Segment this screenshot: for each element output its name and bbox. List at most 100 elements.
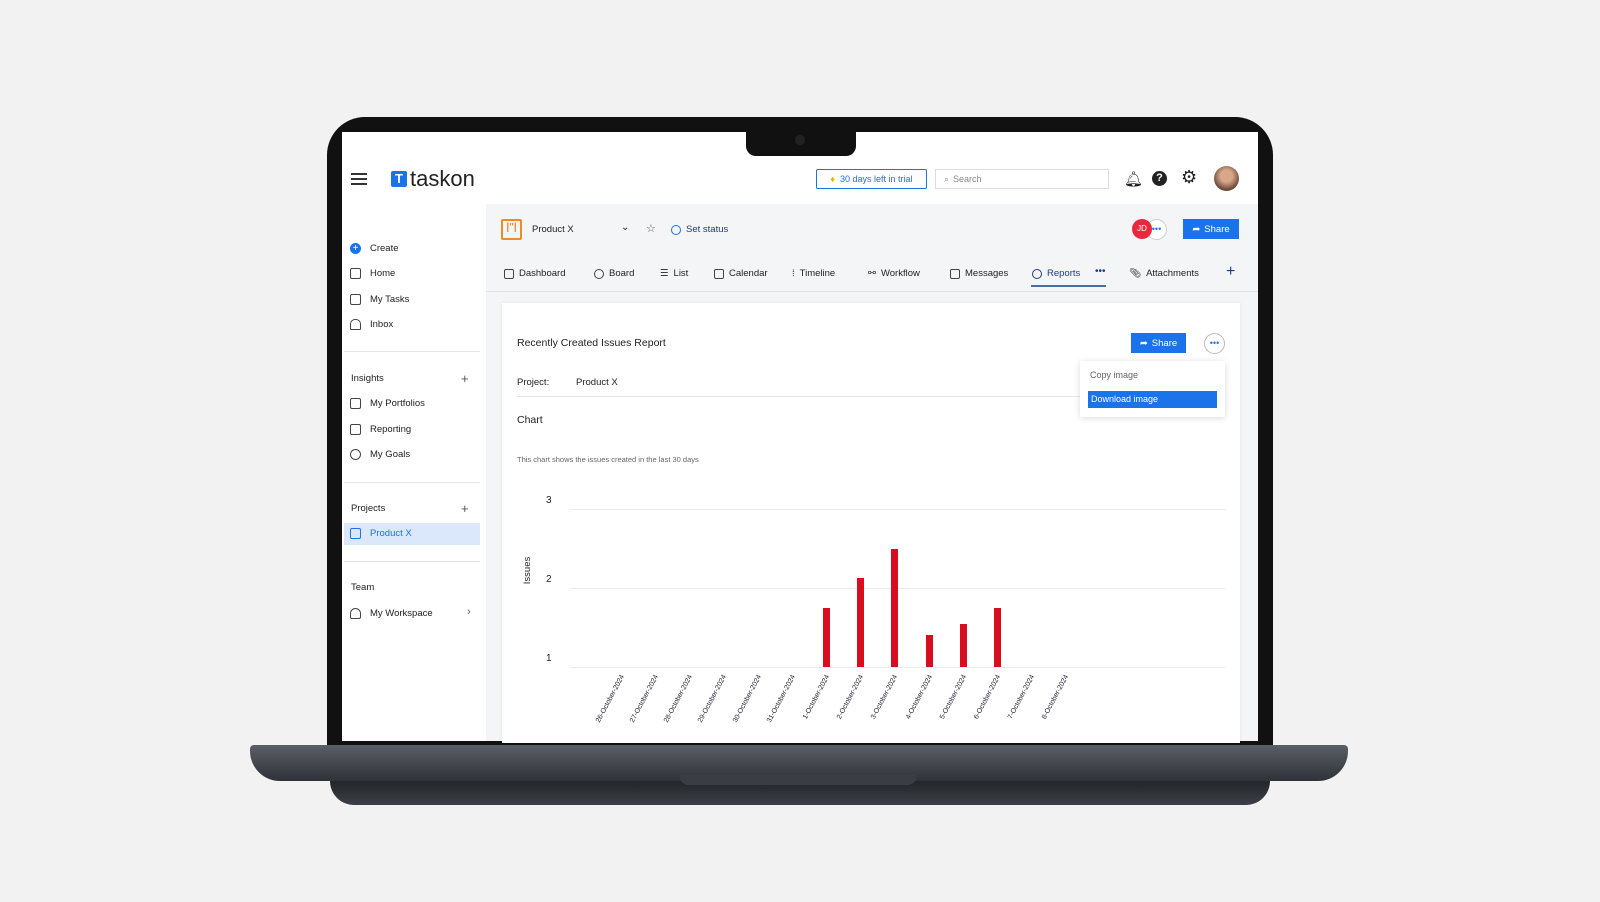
- add-tab-button[interactable]: +: [1226, 263, 1235, 281]
- active-tab-indicator: [1031, 285, 1106, 287]
- home-icon: [350, 268, 361, 279]
- bell-icon: [350, 319, 361, 330]
- timeline-icon: ⁞: [792, 268, 795, 279]
- insights-title: Insights: [351, 373, 384, 384]
- star-icon[interactable]: ☆: [646, 222, 656, 235]
- sidebar-item-my-workspace[interactable]: My Workspace: [350, 608, 433, 619]
- clipboard-icon: [504, 268, 514, 279]
- menu-item-copy-image[interactable]: Copy image: [1090, 370, 1138, 380]
- label: Home: [370, 268, 396, 279]
- help-icon[interactable]: ?: [1152, 171, 1167, 186]
- list-icon: ☰: [660, 268, 669, 279]
- laptop-groove: [680, 775, 916, 785]
- message-icon: [950, 268, 960, 279]
- sidebar-item-create[interactable]: + Create: [350, 243, 399, 254]
- tab-calendar[interactable]: Calendar: [714, 268, 768, 279]
- share-icon: ➦: [1192, 223, 1201, 235]
- chevron-down-icon[interactable]: ⌄: [621, 222, 629, 233]
- trial-badge[interactable]: ♦ 30 days left in trial: [816, 169, 927, 189]
- sidebar-item-reporting[interactable]: Reporting: [350, 424, 411, 435]
- tab-attachments[interactable]: 📎︎ Attachments: [1129, 268, 1199, 279]
- divider: [486, 291, 1258, 292]
- bar: [994, 607, 1001, 667]
- sidebar-item-inbox[interactable]: Inbox: [350, 319, 393, 330]
- bell-icon[interactable]: 🔔︎: [1124, 170, 1143, 188]
- label: Product X: [370, 528, 412, 539]
- tab-dashboard[interactable]: Dashboard: [504, 268, 565, 279]
- chevron-right-icon[interactable]: ›: [467, 606, 471, 618]
- bar: [823, 607, 830, 667]
- avatar[interactable]: [1214, 166, 1239, 191]
- projects-title: Projects: [351, 503, 386, 514]
- label: Reporting: [370, 424, 412, 435]
- target-icon: [350, 449, 361, 460]
- chart-description: This chart shows the issues created in t…: [517, 455, 699, 464]
- folder-icon: [350, 398, 361, 409]
- menu-item-download-image[interactable]: Download image: [1088, 391, 1217, 408]
- add-insight-button[interactable]: +: [461, 371, 469, 386]
- report-more-button[interactable]: •••: [1204, 333, 1225, 354]
- reports-icon: [1032, 268, 1042, 279]
- sidebar-item-my-goals[interactable]: My Goals: [350, 449, 410, 460]
- label: My Tasks: [370, 294, 410, 305]
- divider: [344, 482, 480, 483]
- bar: [891, 548, 899, 667]
- tab-timeline[interactable]: ⁞ Timeline: [792, 268, 835, 279]
- board-icon: [594, 268, 604, 279]
- tab-list[interactable]: ☰ List: [660, 268, 688, 279]
- chart-heading: Chart: [517, 414, 543, 426]
- project-label: Project:: [517, 377, 550, 388]
- trial-text: 30 days left in trial: [840, 174, 913, 184]
- label: Inbox: [370, 319, 394, 330]
- tab-board[interactable]: Board: [594, 268, 634, 279]
- camera-icon: [795, 135, 805, 145]
- share-button[interactable]: ➦ Share: [1183, 219, 1239, 239]
- diamond-icon: ♦: [830, 174, 836, 184]
- calendar-icon: [714, 268, 724, 279]
- bar: [925, 635, 933, 667]
- logo-icon: T: [391, 171, 407, 187]
- project-name: Product X: [532, 224, 574, 235]
- label: My Goals: [370, 449, 411, 460]
- share-icon: ➦: [1139, 337, 1148, 349]
- bar: [857, 577, 865, 667]
- status-circle-icon: [671, 224, 681, 235]
- tab-workflow[interactable]: ⚯ Workflow: [868, 268, 920, 279]
- logo-text: taskon: [410, 166, 475, 191]
- paperclip-icon: 📎︎: [1129, 268, 1142, 279]
- more-tabs-button[interactable]: •••: [1095, 266, 1106, 277]
- search-icon: ⌕: [944, 173, 950, 184]
- report-share-button[interactable]: ➦ Share: [1131, 333, 1186, 353]
- report-title: Recently Created Issues Report: [517, 337, 666, 349]
- menu-icon[interactable]: [351, 173, 367, 185]
- y-tick-label: 2: [546, 574, 552, 585]
- project-icon: |"|: [501, 219, 522, 240]
- label: My Portfolios: [370, 398, 425, 409]
- add-project-button[interactable]: +: [461, 501, 469, 516]
- divider: [344, 561, 480, 562]
- people-icon: [350, 608, 361, 619]
- sidebar-item-product-x[interactable]: Product X: [350, 528, 412, 539]
- clipboard-icon: [350, 294, 361, 305]
- tab-reports[interactable]: Reports: [1032, 268, 1080, 279]
- divider: [344, 351, 480, 352]
- bar-chart-icon: [350, 424, 361, 435]
- sidebar-item-home[interactable]: Home: [350, 268, 395, 279]
- board-icon: [350, 528, 361, 539]
- bar: [959, 623, 967, 667]
- tab-messages[interactable]: Messages: [950, 268, 1008, 279]
- plus-circle-icon: +: [350, 243, 361, 254]
- y-tick-label: 3: [546, 495, 552, 506]
- y-tick-label: 1: [546, 653, 552, 664]
- set-status-button[interactable]: Set status: [671, 224, 728, 235]
- sidebar-item-my-tasks[interactable]: My Tasks: [350, 294, 409, 305]
- team-title: Team: [351, 582, 375, 593]
- gear-icon[interactable]: ⚙: [1181, 167, 1197, 188]
- search-input[interactable]: ⌕ Search: [935, 169, 1109, 189]
- project-value: Product X: [576, 377, 618, 388]
- member-avatar[interactable]: JD: [1132, 219, 1152, 239]
- label: My Workspace: [370, 608, 433, 619]
- sidebar-item-my-portfolios[interactable]: My Portfolios: [350, 398, 425, 409]
- gridline: [570, 509, 1226, 510]
- y-axis-label: Issues: [522, 556, 534, 585]
